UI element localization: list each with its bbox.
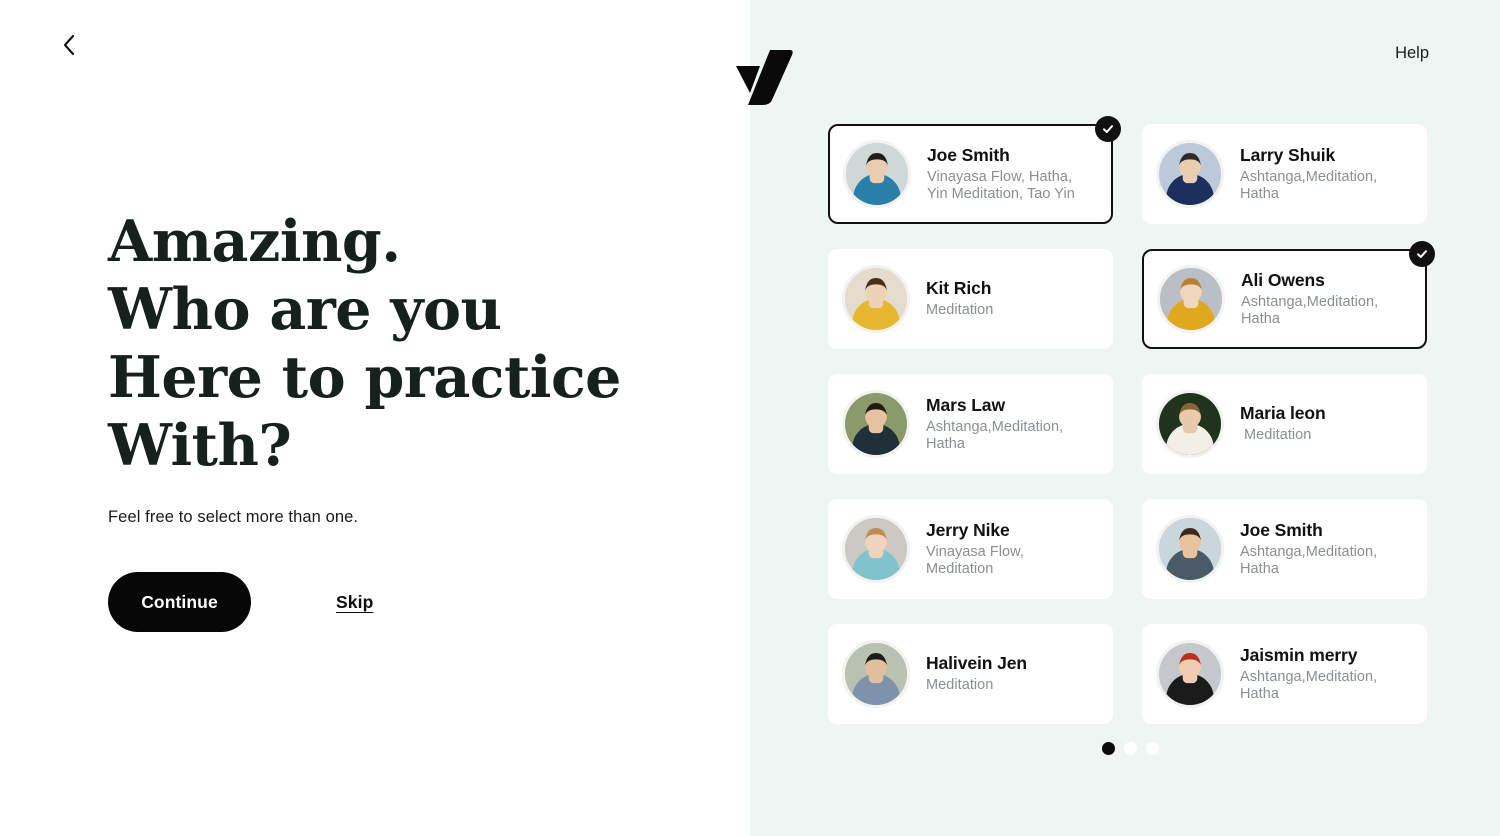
avatar	[1156, 390, 1224, 458]
headline-line-4: With?	[108, 412, 292, 479]
left-pane: Amazing. Who are you Here to practice Wi…	[0, 0, 750, 836]
instructor-info: Joe Smith Vinayasa Flow, Hatha, Yin Medit…	[927, 145, 1075, 204]
instructor-card[interactable]: Mars Law Ashtanga,Meditation, Hatha	[828, 374, 1113, 474]
avatar	[842, 390, 910, 458]
onboarding-screen: Amazing. Who are you Here to practice Wi…	[0, 0, 1500, 836]
avatar	[1157, 265, 1225, 333]
avatar	[1156, 640, 1224, 708]
chevron-left-icon	[61, 33, 77, 57]
headline-line-2: Who are you	[108, 276, 502, 343]
instructor-info: Jerry Nike Vinayasa Flow, Meditation	[926, 520, 1024, 579]
continue-button[interactable]: Continue	[108, 572, 251, 632]
avatar	[1156, 140, 1224, 208]
selected-check-icon	[1409, 241, 1435, 267]
avatar	[842, 515, 910, 583]
instructor-info: Maria leon Meditation	[1240, 403, 1326, 445]
instructor-disciplines: Ashtanga,Meditation, Hatha	[1241, 293, 1379, 328]
instructor-card[interactable]: Maria leon Meditation	[1142, 374, 1427, 474]
avatar	[842, 640, 910, 708]
instructor-name: Jaismin merry	[1240, 644, 1358, 665]
instructor-name: Joe Smith	[927, 144, 1010, 165]
instructor-name: Halivein Jen	[926, 653, 1027, 674]
back-button[interactable]	[52, 28, 86, 62]
avatar	[1156, 515, 1224, 583]
instructor-name: Maria leon	[1240, 403, 1326, 424]
headline-line-1: Amazing.	[108, 208, 401, 275]
instructor-name: Mars Law	[926, 394, 1005, 415]
instructor-info: Ali Owens Ashtanga,Meditation, Hatha	[1241, 270, 1378, 329]
instructor-disciplines: Meditation	[926, 302, 994, 319]
instructor-disciplines: Ashtanga,Meditation, Hatha	[1240, 668, 1378, 703]
instructor-card[interactable]: Kit Rich Meditation	[828, 249, 1113, 349]
pagination-dot[interactable]	[1124, 742, 1137, 755]
headline-line-3: Here to practice	[108, 344, 621, 411]
instructor-info: Mars Law Ashtanga,Meditation, Hatha	[926, 395, 1063, 454]
instructor-name: Kit Rich	[926, 278, 992, 299]
instructor-disciplines: Vinayasa Flow, Meditation	[926, 543, 1024, 578]
instructor-info: Kit Rich Meditation	[926, 278, 993, 320]
page-title: Amazing. Who are you Here to practice Wi…	[108, 208, 668, 480]
instructor-card[interactable]: Joe Smith Vinayasa Flow, Hatha, Yin Medit…	[828, 116, 1121, 224]
instructor-card[interactable]: Jaismin merry Ashtanga,Meditation, Hatha	[1142, 624, 1427, 724]
pagination-dot[interactable]	[1146, 742, 1159, 755]
checkmark-logo-icon	[734, 48, 796, 106]
instructor-card[interactable]: Joe Smith Ashtanga,Meditation, Hatha	[1142, 499, 1427, 599]
instructor-name: Larry Shuik	[1240, 144, 1336, 165]
skip-link[interactable]: Skip	[336, 592, 373, 613]
help-link[interactable]: Help	[1395, 44, 1429, 63]
page-subtitle: Feel free to select more than one.	[108, 508, 359, 526]
instructor-disciplines: Ashtanga,Meditation, Hatha	[926, 418, 1064, 453]
instructor-info: Larry Shuik Ashtanga,Meditation, Hatha	[1240, 145, 1377, 204]
instructor-name: Joe Smith	[1240, 519, 1323, 540]
avatar	[842, 265, 910, 333]
instructor-name: Ali Owens	[1241, 269, 1325, 290]
instructor-info: Jaismin merry Ashtanga,Meditation, Hatha	[1240, 645, 1377, 704]
instructor-info: Halivein Jen Meditation	[926, 653, 1027, 695]
right-pane: Help Joe Smith Vinayasa Flow, Hatha, Yin …	[750, 0, 1500, 836]
instructor-disciplines: Meditation	[1244, 427, 1312, 444]
instructor-name: Jerry Nike	[926, 519, 1010, 540]
instructor-card[interactable]: Halivein Jen Meditation	[828, 624, 1113, 724]
selected-check-icon	[1095, 116, 1121, 142]
instructor-card[interactable]: Jerry Nike Vinayasa Flow, Meditation	[828, 499, 1113, 599]
instructor-card-grid: Joe Smith Vinayasa Flow, Hatha, Yin Medit…	[828, 116, 1435, 724]
instructor-card[interactable]: Larry Shuik Ashtanga,Meditation, Hatha	[1142, 124, 1427, 224]
cta-row: Continue Skip	[108, 572, 668, 632]
instructor-disciplines: Ashtanga,Meditation, Hatha	[1240, 543, 1378, 578]
avatar	[843, 140, 911, 208]
instructor-info: Joe Smith Ashtanga,Meditation, Hatha	[1240, 520, 1377, 579]
instructor-card[interactable]: Ali Owens Ashtanga,Meditation, Hatha	[1142, 241, 1435, 349]
left-content: Amazing. Who are you Here to practice Wi…	[108, 208, 668, 632]
pagination-dots	[1102, 742, 1159, 755]
pagination-dot[interactable]	[1102, 742, 1115, 755]
instructor-disciplines: Meditation	[926, 677, 994, 694]
instructor-disciplines: Ashtanga,Meditation, Hatha	[1240, 168, 1378, 203]
instructor-disciplines: Vinayasa Flow, Hatha, Yin Meditation, Ta…	[927, 168, 1075, 203]
